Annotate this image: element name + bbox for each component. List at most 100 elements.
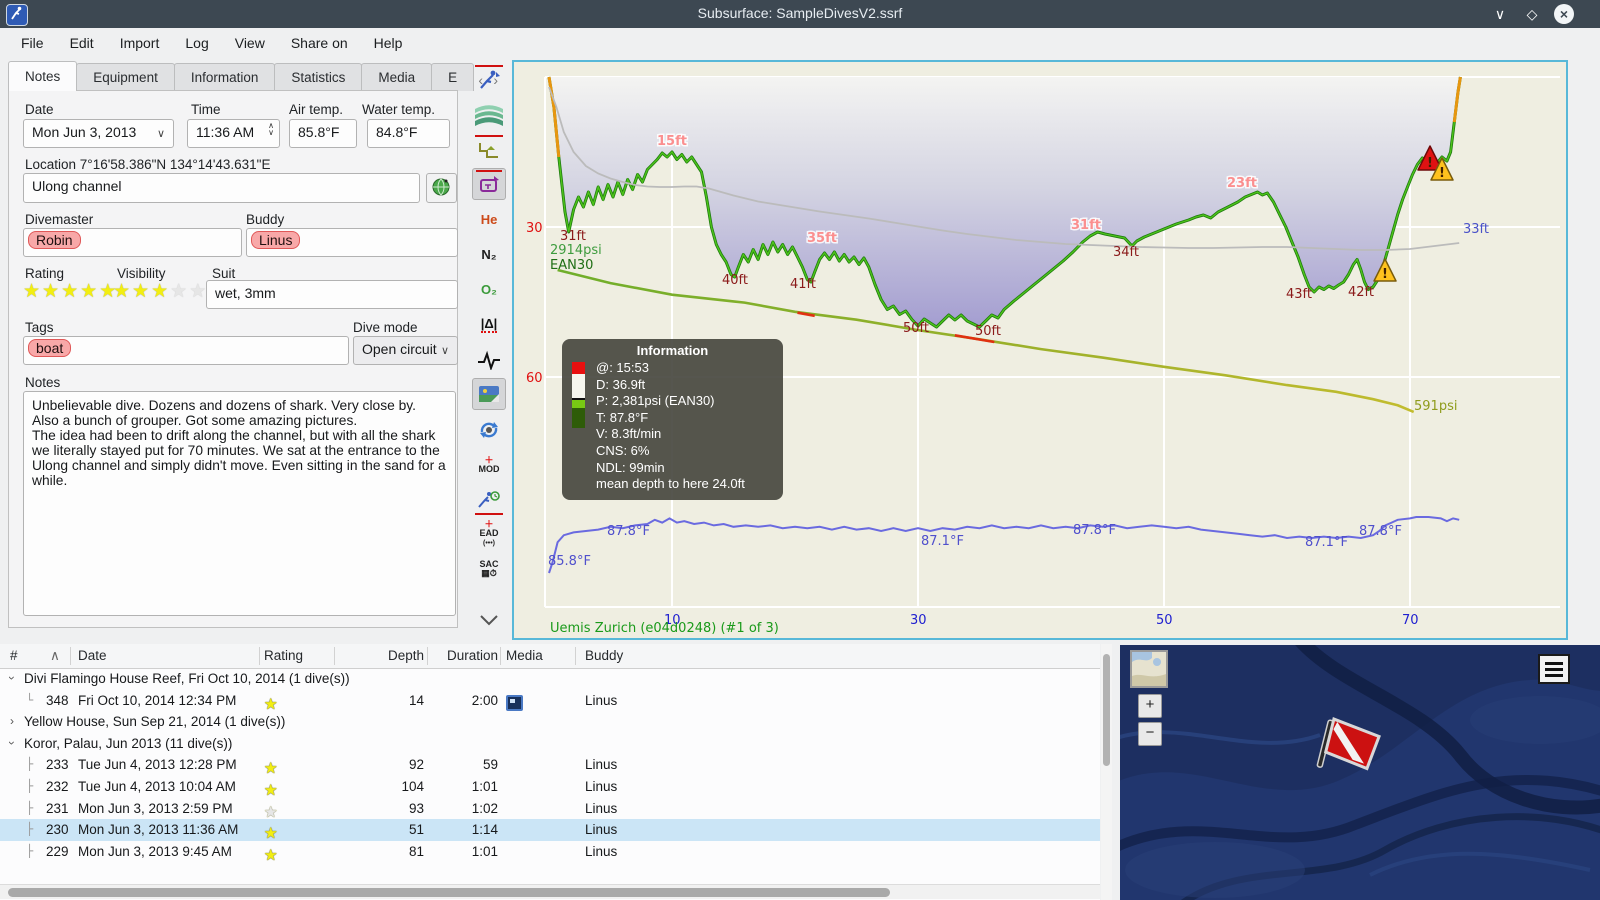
- nitrogen-button[interactable]: N₂: [472, 238, 506, 270]
- divemaster-input[interactable]: Robin: [23, 228, 242, 257]
- time-spinbox[interactable]: 11:36 AM ∧ ∨: [187, 119, 280, 148]
- vertical-scrollbar[interactable]: [1101, 644, 1112, 900]
- buddy-input[interactable]: Linus: [246, 228, 458, 257]
- star-icon[interactable]: ★: [264, 824, 277, 842]
- menu-share-on[interactable]: Share on: [278, 28, 361, 58]
- photos-button[interactable]: [472, 378, 506, 410]
- map-view[interactable]: + −: [1120, 645, 1600, 900]
- menu-help[interactable]: Help: [361, 28, 416, 58]
- date-combobox[interactable]: Mon Jun 3, 2013 ∨: [23, 119, 174, 148]
- star-icon[interactable]: ★: [42, 281, 59, 302]
- star-icon[interactable]: ★: [264, 846, 277, 864]
- tab-statistics[interactable]: Statistics: [274, 63, 363, 91]
- menu-file[interactable]: File: [8, 28, 57, 58]
- tab-equipment[interactable]: Equipment: [76, 63, 175, 91]
- dive-row[interactable]: ├ 233 Tue Jun 4, 2013 12:28 PM ★ ★ ★ ★ ★ 92 59 Lin…: [0, 754, 1100, 777]
- dive-list: # ∧ Date Rating Depth Duration Media Bud…: [0, 644, 1100, 900]
- map-zoom-out-button[interactable]: −: [1138, 722, 1162, 746]
- star-icon[interactable]: ★: [264, 695, 277, 713]
- oxygen-button[interactable]: O₂: [472, 273, 506, 305]
- scrollbar-thumb[interactable]: [8, 887, 890, 897]
- suit-input[interactable]: wet, 3mm: [206, 280, 458, 309]
- close-button[interactable]: ×: [1554, 4, 1574, 24]
- dive-list-header[interactable]: # ∧ Date Rating Depth Duration Media Bud…: [0, 644, 1100, 669]
- expander-icon[interactable]: ›: [10, 714, 14, 728]
- profile-steps-button[interactable]: [472, 134, 506, 166]
- col-duration[interactable]: Duration: [428, 648, 498, 663]
- weather-button[interactable]: [472, 414, 506, 446]
- dive-row[interactable]: ├ 232 Tue Jun 4, 2013 10:04 AM ★ ★ ★ ★ ★ 104 1:01…: [0, 776, 1100, 799]
- menu-bar: File Edit Import Log View Share on Help: [0, 28, 1600, 58]
- menu-import[interactable]: Import: [107, 28, 173, 58]
- chart-label: 85.8°F: [548, 554, 591, 569]
- dive-row[interactable]: └ 348 Fri Oct 10, 2014 12:34 PM ★ ★ ★ ★ ★ 14 2:00…: [0, 690, 1100, 713]
- map-zoom-in-button[interactable]: +: [1138, 694, 1162, 718]
- star-icon[interactable]: ★: [61, 281, 78, 302]
- heart-rate-button[interactable]: [472, 344, 506, 376]
- map-menu-button[interactable]: [1538, 654, 1570, 684]
- divemaster-tag[interactable]: Robin: [28, 231, 81, 249]
- col-depth[interactable]: Depth: [340, 648, 424, 663]
- waves-button[interactable]: [472, 99, 506, 131]
- visibility-stars[interactable]: ★ ★ ★ ★ ★: [113, 282, 208, 301]
- star-icon[interactable]: ★: [132, 281, 149, 302]
- globe-button[interactable]: [426, 173, 457, 203]
- airtemp-field[interactable]: 85.8°F: [289, 119, 357, 148]
- col-number[interactable]: #: [10, 648, 18, 663]
- star-icon[interactable]: ★: [189, 281, 206, 302]
- time-speed-button[interactable]: [472, 484, 506, 516]
- tag-boat[interactable]: boat: [28, 339, 72, 357]
- menu-view[interactable]: View: [222, 28, 278, 58]
- ceiling-button[interactable]: [472, 168, 506, 200]
- star-icon[interactable]: ★: [170, 281, 187, 302]
- horizontal-scrollbar[interactable]: [0, 884, 1100, 899]
- tab-information[interactable]: Information: [173, 63, 276, 91]
- dive-profile-chart[interactable]: 15ft 35ft 31ft 23ft 31ft 40ft 41ft 50ft 50ft 34ft…: [512, 60, 1568, 640]
- star-icon[interactable]: ★: [113, 281, 130, 302]
- col-rating[interactable]: Rating: [264, 648, 303, 663]
- col-buddy[interactable]: Buddy: [585, 648, 623, 663]
- star-icon[interactable]: ★: [23, 281, 40, 302]
- star-icon[interactable]: ★: [264, 803, 277, 821]
- location-input[interactable]: Ulong channel: [23, 173, 420, 203]
- ead-button[interactable]: ＋ EAD (•••): [472, 518, 506, 550]
- dive-trip-row[interactable]: › Divi Flamingo House Reef, Fri Oct 10, 2…: [0, 668, 1100, 690]
- helium-button[interactable]: He: [472, 203, 506, 235]
- dive-row[interactable]: ├ 230 Mon Jun 3, 2013 11:36 AM ★ ★ ★ ★ ★ 51 1:14 L…: [0, 819, 1100, 842]
- expander-icon[interactable]: ›: [5, 741, 19, 745]
- col-date[interactable]: Date: [78, 648, 107, 663]
- buddy-tag[interactable]: Linus: [251, 231, 301, 249]
- tags-input[interactable]: boat: [23, 336, 349, 365]
- dive-row[interactable]: ├ 231 Mon Jun 3, 2013 2:59 PM ★ ★ ★ ★ ★ 93 1:02 Li…: [0, 798, 1100, 821]
- dive-depth: 92: [408, 757, 424, 773]
- tab-media[interactable]: Media: [361, 63, 433, 91]
- maximize-button[interactable]: ◇: [1522, 4, 1542, 24]
- delta-button[interactable]: |Δ|: [472, 308, 506, 340]
- col-media[interactable]: Media: [506, 648, 543, 663]
- notes-textarea[interactable]: Unbelievable dive. Dozens and dozens of …: [23, 391, 456, 616]
- tree-branch: ├: [26, 843, 34, 858]
- scrollbar-thumb[interactable]: [1103, 654, 1110, 766]
- menu-log[interactable]: Log: [172, 28, 221, 58]
- mod-button[interactable]: ＋ MOD: [472, 449, 506, 481]
- tab-notes[interactable]: Notes: [8, 61, 78, 91]
- star-icon[interactable]: ★: [151, 281, 168, 302]
- minimap-thumbnail[interactable]: [1130, 650, 1168, 688]
- expander-icon[interactable]: ›: [5, 676, 19, 680]
- watertemp-field[interactable]: 84.8°F: [367, 119, 450, 148]
- dive-trip-row[interactable]: › Yellow House, Sun Sep 21, 2014 (1 dive(…: [0, 711, 1100, 733]
- dive-trip-row[interactable]: › Koror, Palau, Jun 2013 (11 dive(s)): [0, 733, 1100, 755]
- menu-edit[interactable]: Edit: [57, 28, 107, 58]
- toolbar-scroll-down-button[interactable]: [472, 604, 506, 636]
- chart-label: 41ft: [790, 277, 816, 292]
- star-icon[interactable]: ★: [80, 281, 97, 302]
- dive-computer-button[interactable]: [472, 64, 506, 96]
- divemode-select[interactable]: Open circuit ∨: [353, 336, 458, 365]
- star-icon[interactable]: ★: [264, 781, 277, 799]
- minimize-button[interactable]: ∨: [1490, 4, 1510, 24]
- dive-row[interactable]: ├ 229 Mon Jun 3, 2013 9:45 AM ★ ★ ★ ★ ★ 81 1:01 Li…: [0, 841, 1100, 864]
- rating-stars[interactable]: ★ ★ ★ ★ ★: [23, 282, 118, 301]
- star-icon[interactable]: ★: [264, 759, 277, 777]
- spin-arrows-icon[interactable]: ∧ ∨: [268, 122, 274, 137]
- sac-button[interactable]: SAC ▦⏱: [472, 553, 506, 585]
